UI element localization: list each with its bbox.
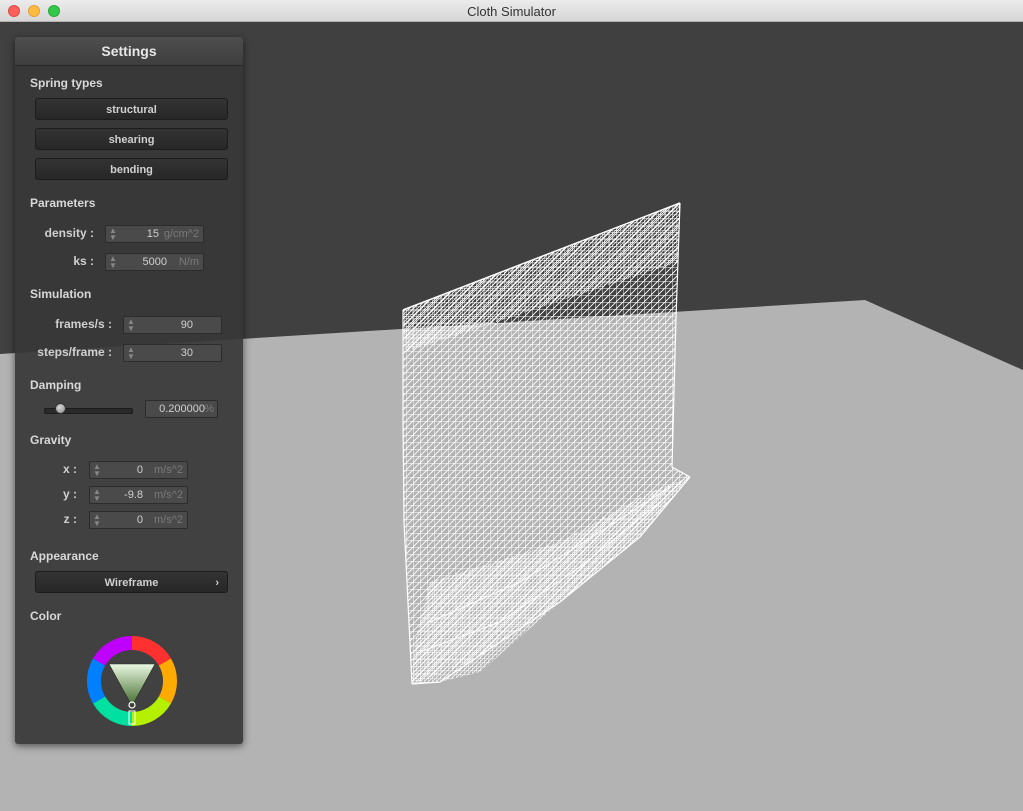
settings-header: Settings bbox=[15, 37, 243, 66]
settings-panel: Settings Spring types structural shearin… bbox=[15, 37, 243, 744]
spring-types-heading: Spring types bbox=[30, 76, 103, 90]
structural-button[interactable]: structural bbox=[35, 98, 228, 120]
density-unit: g/cm^2 bbox=[163, 228, 199, 240]
gravity-x-unit: m/s^2 bbox=[154, 464, 183, 476]
parameters-heading: Parameters bbox=[30, 196, 96, 210]
steps-value: 30 bbox=[180, 347, 193, 359]
damping-unit: % bbox=[204, 403, 214, 415]
gravity-z-label: z : bbox=[63, 512, 77, 526]
damping-slider-handle[interactable] bbox=[55, 403, 66, 414]
shearing-button[interactable]: shearing bbox=[35, 128, 228, 150]
density-value: 15 bbox=[146, 228, 159, 240]
spinner-arrows-icon[interactable]: ▲ ▼ bbox=[127, 346, 135, 361]
spinner-arrows-icon[interactable]: ▲ ▼ bbox=[109, 227, 117, 242]
gravity-x-value: 0 bbox=[136, 464, 143, 476]
gravity-x-label: x : bbox=[62, 462, 77, 476]
simulation-heading: Simulation bbox=[30, 287, 92, 301]
ks-value: 5000 bbox=[142, 256, 167, 268]
color-heading: Color bbox=[30, 609, 62, 623]
spinner-arrows-icon[interactable]: ▲ ▼ bbox=[93, 513, 101, 528]
steps-label: steps/frame : bbox=[37, 345, 112, 359]
frames-input[interactable]: ▲ ▼ 90 bbox=[123, 316, 222, 334]
gravity-z-unit: m/s^2 bbox=[154, 514, 183, 526]
ks-label: ks : bbox=[73, 254, 94, 268]
steps-input[interactable]: ▲ ▼ 30 bbox=[123, 344, 222, 362]
gravity-y-input[interactable]: ▲ ▼ -9.8 m/s^2 bbox=[89, 486, 188, 504]
gravity-y-label: y : bbox=[62, 487, 77, 501]
spinner-arrows-icon[interactable]: ▲ ▼ bbox=[127, 318, 135, 333]
density-label: density : bbox=[44, 226, 94, 240]
gravity-z-input[interactable]: ▲ ▼ 0 m/s^2 bbox=[89, 511, 188, 529]
spinner-arrows-icon[interactable]: ▲ ▼ bbox=[93, 463, 101, 478]
ks-input[interactable]: ▲ ▼ 5000 N/m bbox=[105, 253, 204, 271]
gravity-y-value: -9.8 bbox=[124, 489, 143, 501]
color-wheel-picker[interactable] bbox=[85, 634, 179, 728]
gravity-x-input[interactable]: ▲ ▼ 0 m/s^2 bbox=[89, 461, 188, 479]
appearance-dropdown[interactable]: Wireframe › bbox=[35, 571, 228, 593]
spinner-arrows-icon[interactable]: ▲ ▼ bbox=[109, 255, 117, 270]
damping-heading: Damping bbox=[30, 378, 82, 392]
frames-value: 90 bbox=[180, 319, 193, 331]
damping-value: 0.200000 bbox=[159, 403, 205, 415]
window-title: Cloth Simulator bbox=[467, 4, 556, 19]
appearance-heading: Appearance bbox=[30, 549, 99, 563]
bending-button[interactable]: bending bbox=[35, 158, 228, 180]
gravity-y-unit: m/s^2 bbox=[154, 489, 183, 501]
damping-input[interactable]: 0.200000 % bbox=[145, 400, 218, 418]
density-input[interactable]: ▲ ▼ 15 g/cm^2 bbox=[105, 225, 204, 243]
ks-unit: N/m bbox=[178, 256, 199, 268]
spinner-arrows-icon[interactable]: ▲ ▼ bbox=[93, 488, 101, 503]
chevron-right-icon: › bbox=[215, 577, 219, 589]
gravity-heading: Gravity bbox=[30, 433, 72, 447]
saturation-triangle[interactable] bbox=[108, 663, 156, 707]
gravity-z-value: 0 bbox=[136, 514, 143, 526]
window-titlebar: Cloth Simulator bbox=[0, 0, 1023, 22]
appearance-selected: Wireframe bbox=[104, 577, 159, 589]
frames-label: frames/s : bbox=[55, 317, 112, 331]
